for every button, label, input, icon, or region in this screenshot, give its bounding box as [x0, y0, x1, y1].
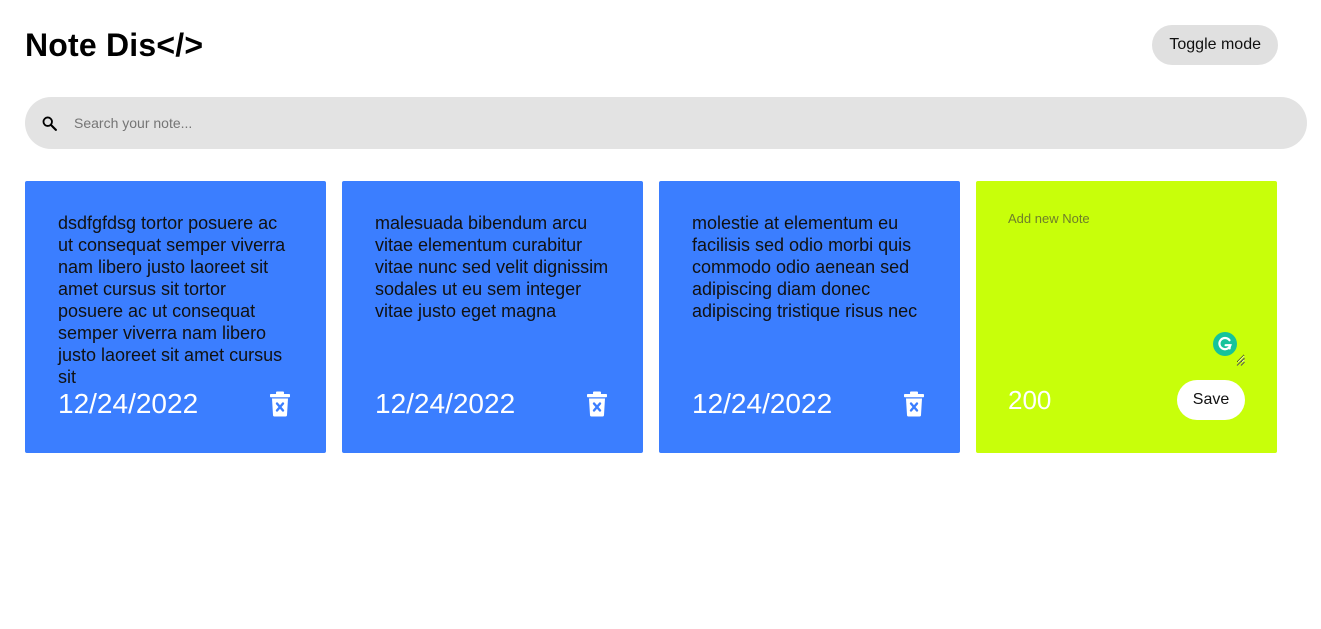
note-date: 12/24/2022	[375, 388, 516, 419]
search-bar[interactable]	[25, 97, 1307, 149]
toggle-mode-button[interactable]: Toggle mode	[1152, 25, 1278, 65]
search-input[interactable]	[72, 107, 1256, 139]
trash-delete-icon[interactable]	[903, 391, 925, 417]
note-card: malesuada bibendum arcu vitae elementum …	[342, 181, 643, 453]
app-title: Note Dis</>	[25, 27, 204, 63]
save-button[interactable]: Save	[1177, 380, 1245, 420]
notes-list: dsdfgfdsg tortor posuere ac ut consequat…	[25, 181, 1277, 453]
note-card: dsdfgfdsg tortor posuere ac ut consequat…	[25, 181, 326, 453]
note-footer: 12/24/2022	[692, 387, 927, 421]
note-card: molestie at elementum eu facilisis sed o…	[659, 181, 960, 453]
note-text: malesuada bibendum arcu vitae elementum …	[375, 213, 609, 321]
remaining-char-count: 200	[1008, 385, 1052, 415]
new-note-textarea[interactable]	[1008, 211, 1245, 363]
grammarly-icon[interactable]	[1213, 332, 1237, 356]
new-note-card: 200 Save	[976, 181, 1277, 453]
note-date: 12/24/2022	[58, 388, 199, 419]
note-text: dsdfgfdsg tortor posuere ac ut consequat…	[58, 213, 286, 387]
search-icon	[40, 114, 58, 132]
resize-handle-icon[interactable]	[1235, 353, 1245, 366]
trash-delete-icon[interactable]	[269, 391, 291, 417]
note-date: 12/24/2022	[692, 388, 833, 419]
header: Note Dis</> Toggle mode	[25, 20, 1278, 70]
note-footer: 12/24/2022	[375, 387, 610, 421]
note-text: molestie at elementum eu facilisis sed o…	[692, 213, 918, 321]
app-root: Note Dis</> Toggle mode dsdfgfdsg tortor…	[0, 0, 1321, 629]
note-footer: 12/24/2022	[58, 387, 293, 421]
new-note-footer: 200 Save	[1008, 380, 1245, 420]
trash-delete-icon[interactable]	[586, 391, 608, 417]
